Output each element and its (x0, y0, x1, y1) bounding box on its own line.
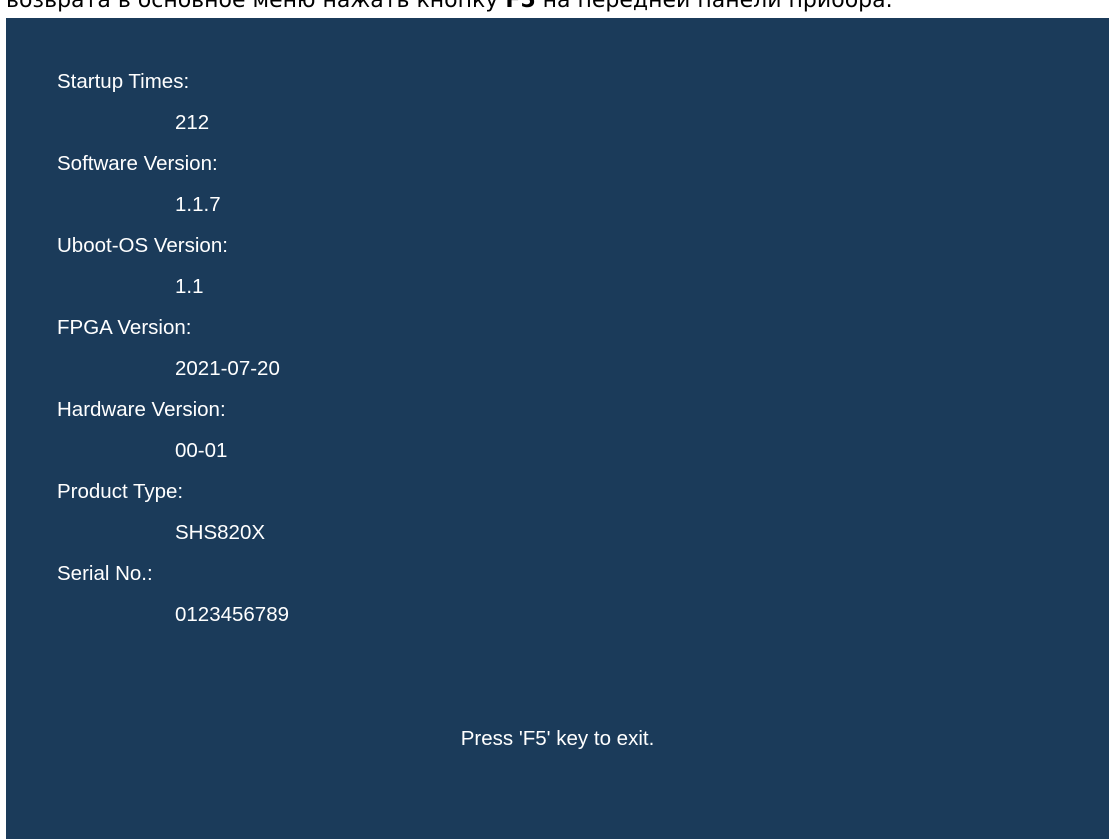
info-label: Uboot-OS Version: (57, 234, 228, 257)
info-label: Hardware Version: (57, 398, 226, 421)
info-value: 1.1 (175, 275, 204, 298)
page: возврата в основное меню нажать кнопку F… (0, 0, 1109, 839)
info-value: 1.1.7 (175, 193, 221, 216)
info-fpga-version: FPGA Version: 2021-07-20 (57, 307, 289, 389)
info-value: 0123456789 (175, 603, 290, 626)
info-value: 00-01 (175, 439, 228, 462)
info-label: Product Type: (57, 480, 184, 503)
info-startup-times: Startup Times: 212 (57, 61, 289, 143)
caption-text-after: на передней панели прибора. (535, 0, 893, 13)
info-serial-no: Serial No.: 0123456789 (57, 553, 289, 635)
info-label: FPGA Version: (57, 316, 192, 339)
info-label: Startup Times: (57, 70, 190, 93)
caption-text-before: возврата в основное меню нажать кнопку (6, 0, 506, 13)
caption-key: F5 (505, 0, 536, 13)
info-value: SHS820X (175, 521, 266, 544)
system-info-screen: Startup Times: 212 Software Version: 1.1… (6, 18, 1109, 839)
exit-hint: Press 'F5' key to exit. (460, 727, 655, 750)
info-product-type: Product Type: SHS820X (57, 471, 289, 553)
info-value: 212 (175, 111, 210, 134)
document-caption: возврата в основное меню нажать кнопку F… (6, 0, 1106, 18)
system-info-list: Startup Times: 212 Software Version: 1.1… (57, 61, 289, 635)
info-label: Serial No.: (57, 562, 153, 585)
info-value: 2021-07-20 (175, 357, 280, 380)
info-software-version: Software Version: 1.1.7 (57, 143, 289, 225)
info-uboot-os-version: Uboot-OS Version: 1.1 (57, 225, 289, 307)
info-label: Software Version: (57, 152, 218, 175)
info-hardware-version: Hardware Version: 00-01 (57, 389, 289, 471)
